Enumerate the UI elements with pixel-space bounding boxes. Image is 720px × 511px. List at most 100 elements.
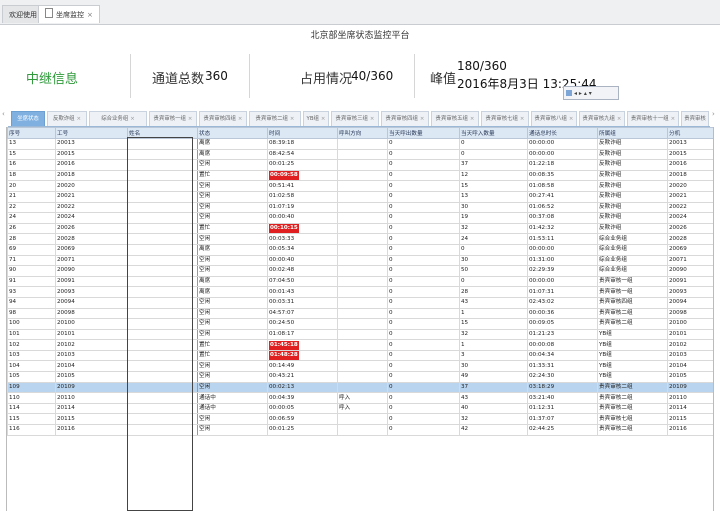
- table-row[interactable]: 115 20115 空闲 00:06:59 0 32 01:37:07 贵宾审核七组 20115: [7, 413, 713, 426]
- table-row[interactable]: 103 20103 置忙 01:48:28 0 3 00:04:34 YB组 20103: [7, 349, 713, 362]
- table-row[interactable]: 22 20022 空闲 01:07:19 0 30 01:06:52 反欺诈组 20022: [7, 201, 713, 214]
- column-header[interactable]: 时间: [267, 127, 338, 139]
- table-cell: [337, 328, 388, 341]
- table-cell: [337, 254, 388, 267]
- table-cell: 空闲: [197, 360, 268, 373]
- table-row[interactable]: 18 20018 置忙 00:09:58 0 12 00:08:35 反欺诈组 20018: [7, 169, 713, 182]
- close-icon[interactable]: ×: [188, 116, 193, 122]
- table-cell: 通话中: [197, 392, 268, 404]
- close-icon[interactable]: ×: [617, 116, 622, 122]
- table-row[interactable]: 98 20098 空闲 04:57:07 0 1 00:00:36 贵宾审核二组 20098: [7, 307, 713, 320]
- column-header[interactable]: 通话总时长: [527, 127, 598, 139]
- tab-group[interactable]: 反欺诈组 ×: [47, 111, 87, 126]
- table-cell: 20022: [55, 201, 128, 214]
- table-row[interactable]: 15 20015 离席 08:42:54 0 0 00:00:00 反欺诈组 20015: [7, 148, 713, 161]
- tab-group[interactable]: 贵宾审核二组 ×: [249, 111, 301, 126]
- table-row[interactable]: 100 20100 空闲 00:24:50 0 15 00:09:05 贵宾审核二组 20100: [7, 318, 713, 330]
- table-row[interactable]: 102 20102 置忙 01:45:18 0 1 00:00:08 YB组 20102: [7, 339, 713, 351]
- tab-seat-status[interactable]: 坐席状态: [11, 111, 45, 126]
- table-cell: 01:45:18: [267, 339, 338, 351]
- table-cell: 101: [7, 328, 56, 341]
- table-row[interactable]: 91 20091 离席 07:04:50 0 0 00:00:00 贵宾审核一组 20091: [7, 275, 713, 288]
- close-icon[interactable]: ×: [470, 116, 475, 122]
- table-cell: 0: [387, 169, 460, 182]
- table-row[interactable]: 93 20093 离席 00:01:43 0 28 01:07:31 贵宾审核一组 20093: [7, 286, 713, 298]
- tab-group[interactable]: 贵宾审核三组 ×: [331, 111, 379, 126]
- table-cell: 20028: [667, 233, 713, 245]
- table-row[interactable]: 90 20090 空闲 00:02:48 0 50 02:29:39 综合业务组 20090: [7, 265, 713, 277]
- table-row[interactable]: 110 20110 通话中 00:04:39 呼入 0 43 03:21:40 贵宾审核二组 20…: [7, 392, 713, 404]
- table-cell: 109: [7, 381, 56, 394]
- table-cell: 49: [459, 371, 528, 383]
- column-header[interactable]: 工号: [55, 127, 128, 139]
- table-cell: 00:03:33: [267, 233, 338, 245]
- close-icon[interactable]: ×: [130, 116, 135, 122]
- table-cell: 空闲: [197, 265, 268, 277]
- table-cell: YB组: [597, 371, 668, 383]
- tab-group[interactable]: 贵宾审核四组 ×: [199, 111, 247, 126]
- table-row[interactable]: 71 20071 空闲 00:00:40 0 30 01:31:00 综合业务组 20071: [7, 254, 713, 267]
- tab-group[interactable]: 综合业务组 ×: [89, 111, 147, 126]
- table-row[interactable]: 20 20020 空闲 00:51:41 0 15 01:08:58 反欺诈组 20020: [7, 180, 713, 192]
- close-icon[interactable]: ×: [569, 116, 574, 122]
- tab-group[interactable]: 贵宾审核五组 ×: [431, 111, 479, 126]
- column-header[interactable]: 当天呼入数量: [459, 127, 528, 139]
- column-header[interactable]: 序号: [7, 127, 56, 139]
- table-row[interactable]: 101 20101 空闲 01:08:17 0 32 01:21:23 YB组 20101: [7, 328, 713, 341]
- table-row[interactable]: 24 20024 空闲 00:00:40 0 19 00:37:08 反欺诈组 20024: [7, 212, 713, 224]
- table-cell: 01:06:52: [527, 201, 598, 214]
- close-icon[interactable]: ×: [87, 11, 93, 19]
- table-cell: 20104: [667, 360, 713, 373]
- close-icon[interactable]: ×: [520, 116, 525, 122]
- tab-label: YB组: [306, 116, 319, 122]
- table-cell: 反欺诈组: [597, 180, 668, 192]
- close-icon[interactable]: ×: [370, 116, 375, 122]
- table-row[interactable]: 109 20109 空闲 00:02:13 0 37 03:18:29 贵宾审核二组 20109: [7, 381, 713, 394]
- column-header[interactable]: 呼叫方向: [337, 127, 388, 139]
- close-icon[interactable]: ×: [238, 116, 243, 122]
- table-cell: 00:00:40: [267, 212, 338, 224]
- close-icon[interactable]: ×: [321, 116, 326, 122]
- column-header[interactable]: 状态: [197, 127, 268, 139]
- table-row[interactable]: 69 20069 离席 00:05:34 0 0 00:00:00 综合业务组 20069: [7, 243, 713, 256]
- column-header[interactable]: 姓名: [127, 127, 198, 139]
- table-row[interactable]: 28 20028 空闲 00:03:33 0 24 01:53:11 综合业务组 20028: [7, 233, 713, 245]
- close-icon[interactable]: ×: [290, 116, 295, 122]
- table-cell: 00:02:13: [267, 381, 338, 394]
- table-cell: 00:37:08: [527, 212, 598, 224]
- table-cell: 16: [7, 159, 56, 171]
- table-row[interactable]: 116 20116 空闲 00:01:25 0 42 02:44:25 贵宾审核二组 20116: [7, 424, 713, 436]
- column-header[interactable]: 所属组: [597, 127, 668, 139]
- tab-group[interactable]: 贵宾审核一组 ×: [149, 111, 197, 126]
- tab-group[interactable]: 贵宾审核十一组 ×: [627, 111, 679, 126]
- tab-group[interactable]: 贵宾审核八组 ×: [531, 111, 577, 126]
- table-cell: [127, 371, 198, 383]
- table-row[interactable]: 104 20104 空闲 00:14:49 0 30 01:33:31 YB组 20104: [7, 360, 713, 373]
- table-row[interactable]: 26 20026 置忙 00:10:15 0 32 01:42:32 反欺诈组 20026: [7, 222, 713, 235]
- tab-group[interactable]: 贵宾审核九组 ×: [579, 111, 625, 126]
- tabs-scroll-right-icon[interactable]: ›: [712, 110, 718, 122]
- table-row[interactable]: 21 20021 空闲 01:02:58 0 13 00:27:41 反欺诈组 20021: [7, 190, 713, 203]
- table-cell: 00:00:05: [267, 402, 338, 415]
- tab-group[interactable]: 贵宾审核四组 ×: [381, 111, 429, 126]
- table-cell: 20100: [667, 318, 713, 330]
- table-row[interactable]: 13 20013 离席 08:39:18 0 0 00:00:00 反欺诈组 20013: [7, 138, 713, 150]
- close-icon[interactable]: ×: [420, 116, 425, 122]
- table-row[interactable]: 16 20016 空闲 00:01:25 0 37 01:22:18 反欺诈组 20016: [7, 159, 713, 171]
- table-cell: 空闲: [197, 180, 268, 192]
- table-row[interactable]: 114 20114 通话中 00:00:05 呼入 0 40 01:12:31 贵宾审核二组 20…: [7, 402, 713, 415]
- column-header[interactable]: 分机: [667, 127, 713, 139]
- table-cell: 0: [387, 254, 460, 267]
- mini-toolbar[interactable]: ◂ ▸ ▴ ▾: [563, 86, 619, 100]
- tabs-scroll-left-icon[interactable]: ‹: [2, 110, 7, 122]
- tab-group[interactable]: 贵宾审核: [681, 111, 709, 126]
- close-icon[interactable]: ×: [77, 116, 82, 122]
- close-icon[interactable]: ×: [671, 116, 676, 122]
- tab-group[interactable]: YB组 ×: [303, 111, 329, 126]
- table-row[interactable]: 105 20105 空闲 00:43:21 0 49 02:24:30 YB组 20105: [7, 371, 713, 383]
- table-row[interactable]: 94 20094 空闲 00:03:31 0 43 02:43:02 贵宾审核四组 20094: [7, 296, 713, 309]
- tab-seat-monitor[interactable]: 坐席监控 ×: [38, 5, 100, 23]
- tab-group[interactable]: 贵宾审核七组 ×: [481, 111, 529, 126]
- column-header[interactable]: 当天呼出数量: [387, 127, 460, 139]
- table-cell: 24: [7, 212, 56, 224]
